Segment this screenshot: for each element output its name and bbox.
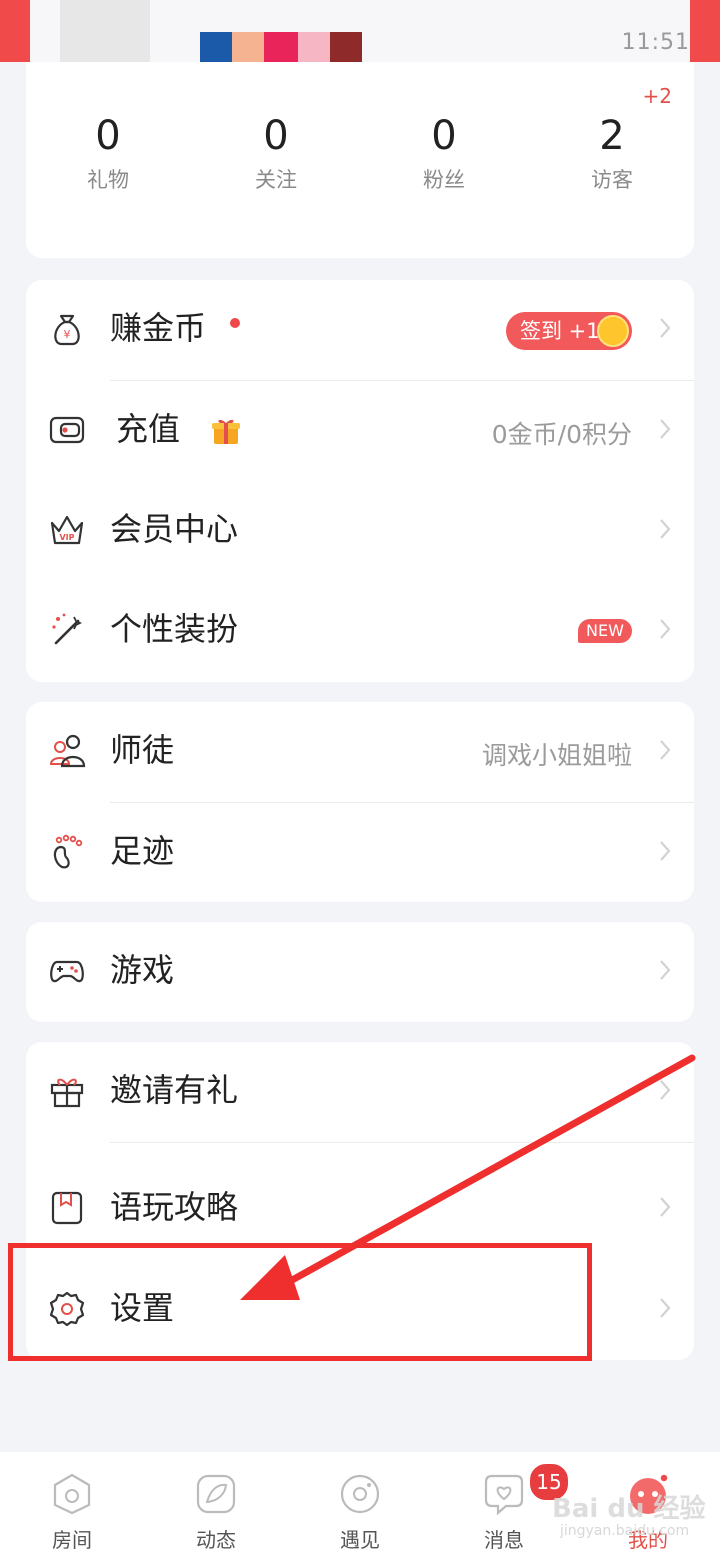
checkin-button[interactable]: 签到 +1 [506, 312, 632, 350]
menu-item-mentor[interactable]: 师徒 调戏小姐姐啦 [26, 702, 694, 802]
chevron-right-icon [660, 960, 671, 980]
room-icon [53, 1473, 91, 1515]
chevron-right-icon [660, 419, 671, 439]
divider [110, 1142, 694, 1143]
stat-label: 礼物 [87, 168, 129, 192]
menu-label: 足迹 [110, 832, 175, 870]
menu-label: 赚金币 [110, 309, 207, 347]
chevron-right-icon [660, 519, 671, 539]
chevron-right-icon [660, 1197, 671, 1217]
menu-label: 个性装扮 [110, 610, 239, 648]
menu-item-games[interactable]: 游戏 [26, 922, 694, 1022]
stat-label: 粉丝 [423, 168, 465, 192]
annotation-highlight-box [8, 1243, 592, 1361]
chevron-right-icon [660, 318, 671, 338]
menu-card-social: 师徒 调戏小姐姐啦 足迹 [26, 702, 694, 902]
tab-meet[interactable]: 遇见 [288, 1452, 432, 1560]
menu-item-invite[interactable]: 邀请有礼 [26, 1042, 694, 1142]
menu-label: 游戏 [110, 951, 175, 989]
menu-card-games: 游戏 [26, 922, 694, 1022]
stat-value: 0 [431, 113, 457, 159]
wallet-icon [49, 416, 85, 444]
menu-item-recharge[interactable]: 充值 0金币/0积分 [26, 381, 694, 481]
menu-label: 邀请有礼 [110, 1071, 239, 1109]
status-bar: 11:51 [0, 0, 720, 62]
stat-fans[interactable]: 0 粉丝 [374, 112, 514, 194]
stat-label: 访客 [591, 168, 633, 192]
stat-label: 关注 [255, 168, 297, 192]
menu-item-vip-center[interactable]: VIP 会员中心 [26, 481, 694, 581]
chevron-right-icon [660, 841, 671, 861]
coin-icon [597, 315, 629, 347]
magic-wand-icon [52, 613, 83, 645]
menu-card-wallet: ¥ 赚金币 签到 +1 充值 0金币/0积分 VIP 会员中心 个性装扮 NEW [26, 280, 694, 682]
crown-vip-icon: VIP [50, 515, 84, 545]
watermark: Bai du 经验 [552, 1494, 706, 1524]
menu-item-earn-coins[interactable]: ¥ 赚金币 签到 +1 [26, 280, 694, 380]
stat-value: 0 [263, 113, 289, 159]
tab-label: 动态 [196, 1528, 236, 1552]
menu-item-dressup[interactable]: 个性装扮 NEW [26, 581, 694, 681]
status-time: 11:51 [621, 30, 690, 55]
tab-room[interactable]: 房间 [0, 1452, 144, 1560]
stats-card: 0 礼物 0 关注 0 粉丝 +2 2 访客 [26, 62, 694, 258]
stat-gifts[interactable]: 0 礼物 [38, 112, 178, 194]
chevron-right-icon [660, 619, 671, 639]
notification-dot [230, 318, 240, 328]
tab-label: 遇见 [340, 1528, 380, 1552]
gift-emoji-icon [212, 419, 240, 444]
tab-label: 消息 [484, 1528, 524, 1552]
chevron-right-icon [660, 1080, 671, 1100]
balance-value: 0金币/0积分 [491, 420, 632, 449]
footprint-icon [53, 834, 83, 869]
mentor-people-icon [49, 734, 86, 768]
chevron-right-icon [660, 1298, 671, 1318]
message-icon [484, 1474, 524, 1516]
bookmark-book-icon [51, 1191, 83, 1225]
gamepad-icon [50, 960, 84, 983]
watermark-url: jingyan.baidu.com [560, 1523, 690, 1539]
feed-icon [196, 1474, 236, 1514]
chevron-right-icon [660, 740, 671, 760]
new-badge: NEW [578, 619, 632, 643]
svg-text:VIP: VIP [59, 533, 74, 542]
menu-label: 会员中心 [110, 510, 239, 548]
checkin-label: 签到 +1 [520, 319, 600, 343]
stat-visitors[interactable]: +2 2 访客 [542, 84, 682, 194]
meet-icon [340, 1474, 380, 1514]
tab-label: 房间 [52, 1528, 92, 1552]
gift-box-icon [50, 1078, 84, 1108]
stat-value: 2 [599, 113, 625, 159]
svg-text:¥: ¥ [64, 328, 71, 341]
menu-label: 语玩攻略 [110, 1188, 239, 1226]
mentor-subtitle: 调戏小姐姐啦 [481, 741, 632, 770]
menu-item-footprint[interactable]: 足迹 [26, 803, 694, 903]
stat-following[interactable]: 0 关注 [206, 112, 346, 194]
menu-label: 师徒 [110, 731, 175, 769]
money-bag-icon: ¥ [54, 314, 80, 346]
tab-feed[interactable]: 动态 [144, 1452, 288, 1560]
menu-label: 充值 [116, 410, 181, 448]
stat-value: 0 [95, 113, 121, 159]
visitor-new-badge: +2 [642, 84, 672, 108]
